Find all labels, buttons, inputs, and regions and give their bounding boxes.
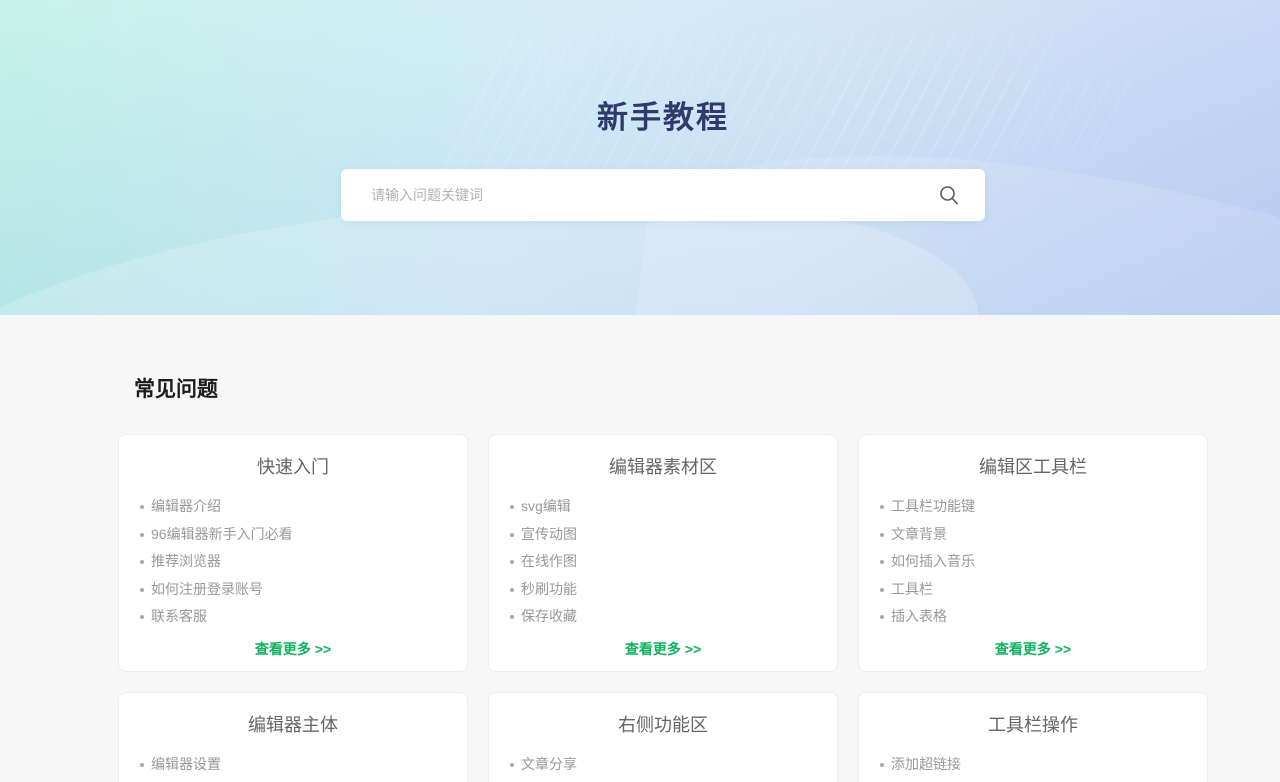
card-item-list: 文章分享 文章预览 [489,751,817,782]
card-item[interactable]: 联系客服 [140,603,447,631]
search-bar [341,169,985,221]
card-title: 工具栏操作 [988,714,1078,735]
card-title: 右侧功能区 [618,714,708,735]
card-item[interactable]: 秒刷功能 [510,576,817,604]
faq-card-edit-toolbar: 编辑区工具栏 工具栏功能键 文章背景 如何插入音乐 工具栏 插入表格 查看更多 … [858,434,1208,672]
faq-card-material-area: 编辑器素材区 svg编辑 宣传动图 在线作图 秒刷功能 保存收藏 查看更多 >> [488,434,838,672]
tutorial-page: 新手教程 常见问题 快速入门 [0,0,1280,782]
card-item[interactable]: 96编辑器新手入门必看 [140,521,447,549]
card-item[interactable]: 边框 [151,778,447,782]
faq-card-toolbar-operations: 工具栏操作 添加超链接 文章背景 查看更多 >> [858,691,1208,782]
view-more-link[interactable]: 查看更多 >> [489,639,817,659]
card-item[interactable]: 工具栏 [880,576,1187,604]
card-item[interactable]: 编辑器介绍 [140,493,447,521]
card-item[interactable]: 宣传动图 [510,521,817,549]
card-title: 快速入门 [257,457,329,477]
card-item[interactable]: 添加超链接 [880,751,1187,779]
faq-card-right-panel: 右侧功能区 文章分享 文章预览 查看更多 >> [488,691,838,782]
card-item[interactable]: 保存收藏 [510,603,817,631]
card-title: 编辑器素材区 [609,457,717,477]
search-input[interactable] [371,187,931,203]
card-item[interactable]: 文章背景 [891,778,1187,782]
card-title: 编辑区工具栏 [979,457,1087,477]
card-item-list: 编辑器设置 边框 [119,751,447,782]
search-button[interactable] [931,177,967,213]
card-item[interactable]: 在线作图 [510,548,817,576]
view-more-link[interactable]: 查看更多 >> [119,639,447,659]
card-item[interactable]: svg编辑 [510,493,817,521]
card-item-list: 添加超链接 文章背景 [859,751,1187,782]
faq-card-editor-body: 编辑器主体 编辑器设置 边框 查看更多 >> [118,691,468,782]
faq-heading: 常见问题 [134,378,218,401]
card-item-list: 编辑器介绍 96编辑器新手入门必看 推荐浏览器 如何注册登录账号 联系客服 [119,493,447,631]
card-item[interactable]: 文章预览 [521,778,817,782]
card-item[interactable]: 如何注册登录账号 [140,576,447,604]
view-more-link[interactable]: 查看更多 >> [859,639,1187,659]
card-item[interactable]: 文章分享 [510,751,817,779]
card-item[interactable]: 插入表格 [880,603,1187,631]
card-item-list: svg编辑 宣传动图 在线作图 秒刷功能 保存收藏 [489,493,817,631]
hero-banner: 新手教程 [0,0,1280,315]
card-item[interactable]: 文章背景 [880,521,1187,549]
card-item[interactable]: 如何插入音乐 [880,548,1187,576]
hero-content: 新手教程 [118,0,1208,221]
card-item[interactable]: 推荐浏览器 [140,548,447,576]
card-item[interactable]: 工具栏功能键 [880,493,1187,521]
page-title: 新手教程 [597,100,729,135]
faq-card-grid: 快速入门 编辑器介绍 96编辑器新手入门必看 推荐浏览器 如何注册登录账号 联系… [118,434,1208,782]
faq-card-quick-start: 快速入门 编辑器介绍 96编辑器新手入门必看 推荐浏览器 如何注册登录账号 联系… [118,434,468,672]
card-title: 编辑器主体 [248,714,338,735]
card-item-list: 工具栏功能键 文章背景 如何插入音乐 工具栏 插入表格 [859,493,1187,631]
faq-section: 常见问题 快速入门 编辑器介绍 96编辑器新手入门必看 推荐浏览器 如何注册登录… [118,315,1208,782]
search-icon [937,183,961,207]
card-item[interactable]: 编辑器设置 [140,751,447,779]
